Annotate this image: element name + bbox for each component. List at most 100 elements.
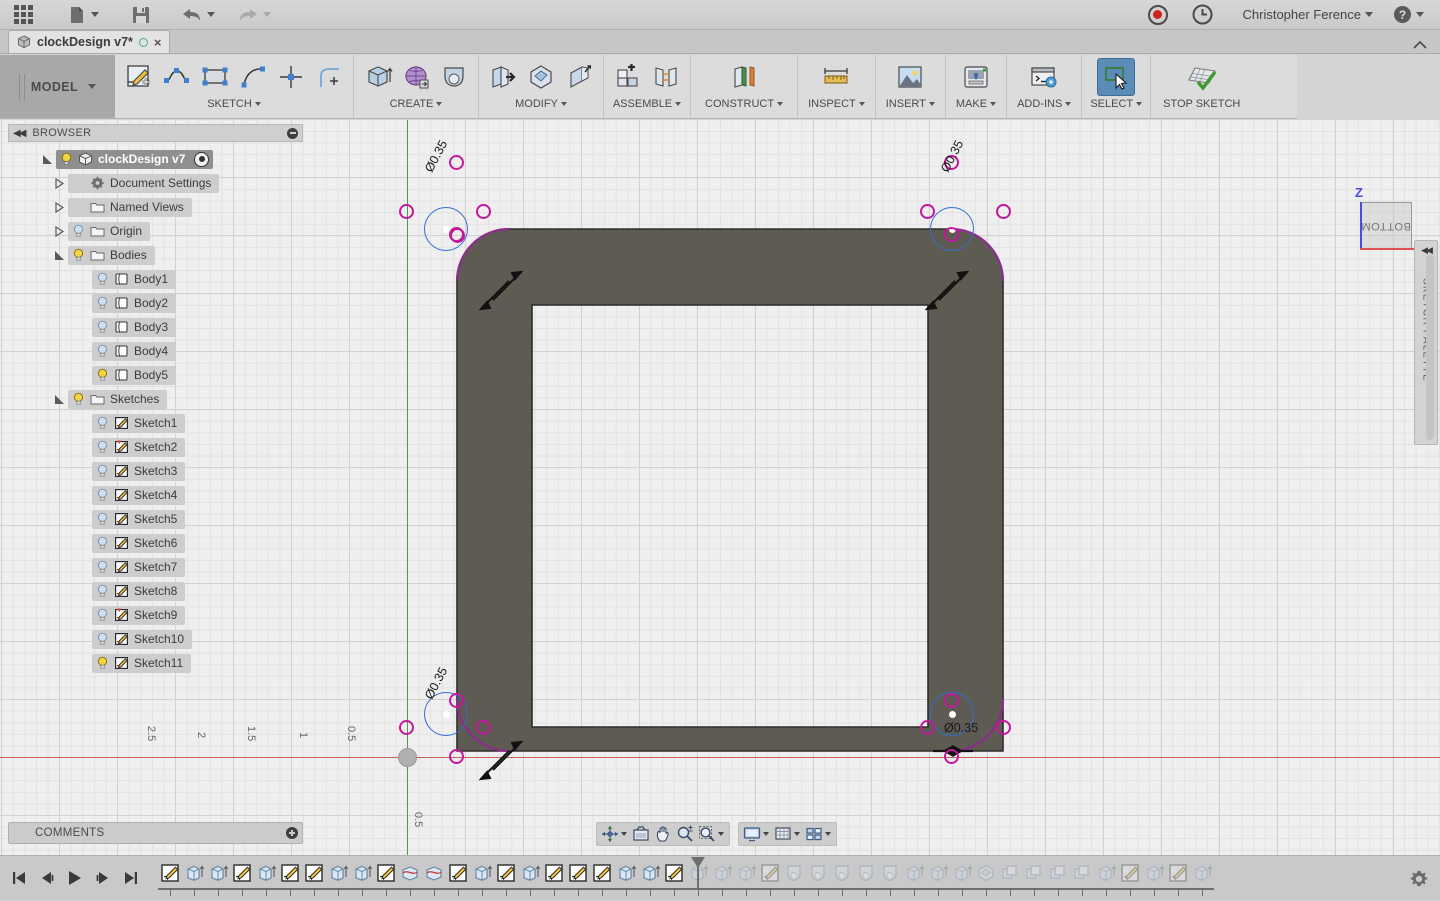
tree-node-content[interactable]: Sketch1 [92,413,186,433]
timeline-track[interactable] [158,856,1440,901]
offset-plane-button[interactable] [726,59,762,95]
tree-node-content[interactable]: Sketch6 [92,533,186,553]
timeline-feature[interactable] [206,860,230,886]
create-sketch-button[interactable] [121,59,157,95]
tree-node-content[interactable]: Body4 [92,341,177,361]
bulb-off-icon[interactable] [72,224,85,238]
timeline-feature[interactable] [494,860,518,886]
timeline-feature[interactable] [470,860,494,886]
tree-node-content[interactable]: Body5 [92,365,177,385]
pan-button[interactable] [652,823,674,845]
timeline-feature[interactable] [254,860,278,886]
bulb-off-icon[interactable] [96,272,109,286]
tree-node-content[interactable]: Sketches [68,389,168,409]
ribbon-group-label-make[interactable]: MAKE [956,98,997,110]
sketch-endpoint[interactable] [944,227,959,242]
close-tab-icon[interactable]: × [154,35,162,50]
job-status-button[interactable] [1186,0,1219,30]
timeline-feature[interactable] [1046,860,1070,886]
sketch-endpoint[interactable] [920,720,935,735]
revolve-button[interactable] [398,59,434,95]
timeline-feature[interactable] [1142,860,1166,886]
undo-button[interactable] [175,0,221,30]
look-at-button[interactable] [630,823,652,845]
chevron-down-icon[interactable] [621,832,627,836]
step-back-button[interactable] [36,867,58,889]
tree-node-root-content[interactable]: clockDesign v7 [56,149,214,169]
tree-node-sketch9[interactable]: Sketch9 [8,603,303,627]
timeline-feature[interactable] [278,860,302,886]
tree-node-body3[interactable]: Body3 [8,315,303,339]
line-button[interactable] [159,59,195,95]
ribbon-group-label-modify[interactable]: MODIFY [515,98,567,110]
timeline-feature[interactable] [806,860,830,886]
timeline-feature[interactable] [830,860,854,886]
timeline-feature[interactable] [998,860,1022,886]
app-grid-button[interactable] [8,0,39,30]
tree-node-sketches[interactable]: Sketches [8,387,303,411]
file-menu-button[interactable] [61,0,105,30]
expand-arrow-icon[interactable] [54,201,65,213]
tree-node-body5[interactable]: Body5 [8,363,303,387]
timeline-settings-button[interactable] [1408,868,1430,890]
timeline-feature[interactable] [1094,860,1118,886]
plus-circle-icon[interactable] [286,827,298,839]
timeline-feature[interactable] [446,860,470,886]
timeline-feature[interactable] [878,860,902,886]
tree-node-content[interactable]: Document Settings [68,173,220,193]
expand-arrow-icon[interactable] [54,177,65,189]
tree-node-content[interactable]: Sketch9 [92,605,186,625]
tree-node-content[interactable]: Sketch10 [92,629,193,649]
press-pull-button[interactable] [485,59,521,95]
timeline-feature[interactable] [902,860,926,886]
expand-arrow-icon[interactable] [38,154,56,165]
comments-panel[interactable]: COMMENTS [8,822,303,844]
ribbon-group-label-sketch[interactable]: SKETCH [207,98,261,110]
tree-node-content[interactable]: Bodies [68,245,155,265]
tree-node-document-settings[interactable]: Document Settings [8,171,303,195]
bulb-off-icon[interactable] [96,584,109,598]
tree-expand-toggle[interactable] [50,394,68,405]
canvas-scrollbar[interactable] [1426,255,1434,440]
timeline-feature[interactable] [1166,860,1190,886]
sketch-endpoint[interactable] [449,155,464,170]
tree-node-sketch3[interactable]: Sketch3 [8,459,303,483]
sketch-endpoint[interactable] [399,204,414,219]
ribbon-group-label-create[interactable]: CREATE [390,98,443,110]
grid-snaps-button[interactable] [772,823,794,845]
ribbon-collapse-button[interactable] [1412,39,1440,53]
bulb-on-icon[interactable] [72,248,85,262]
tree-node-content[interactable]: Sketch8 [92,581,186,601]
go-to-end-button[interactable] [120,867,142,889]
zoom-window-button[interactable] [696,823,718,845]
timeline-feature[interactable] [398,860,422,886]
ribbon-group-label-addins[interactable]: ADD-INS [1017,98,1072,110]
tree-node-sketch8[interactable]: Sketch8 [8,579,303,603]
timeline-feature[interactable] [590,860,614,886]
timeline-feature[interactable] [662,860,686,886]
chevron-down-icon[interactable] [718,832,724,836]
sketch-endpoint[interactable] [920,204,935,219]
timeline-feature[interactable] [182,860,206,886]
sketch-endpoint[interactable] [944,749,959,764]
bulb-on-icon[interactable] [96,656,109,670]
ribbon-group-label-construct[interactable]: CONSTRUCT [705,98,784,110]
point-button[interactable] [273,59,309,95]
timeline-feature[interactable] [1118,860,1142,886]
bulb-on-icon[interactable] [60,152,73,166]
tree-node-origin[interactable]: Origin [8,219,303,243]
timeline-feature[interactable] [758,860,782,886]
timeline-feature[interactable] [734,860,758,886]
document-tab[interactable]: clockDesign v7* × [8,30,171,53]
timeline-feature[interactable] [1190,860,1214,886]
ribbon-group-label-insert[interactable]: INSERT [886,98,935,110]
tree-node-sketch5[interactable]: Sketch5 [8,507,303,531]
bulb-off-icon[interactable] [96,440,109,454]
tree-node-content[interactable]: Sketch2 [92,437,186,457]
timeline-feature[interactable] [326,860,350,886]
timeline-feature[interactable] [854,860,878,886]
rectangle-button[interactable] [197,59,233,95]
tree-node-sketch7[interactable]: Sketch7 [8,555,303,579]
ribbon-group-label-select[interactable]: SELECT [1090,98,1143,110]
step-forward-button[interactable] [92,867,114,889]
